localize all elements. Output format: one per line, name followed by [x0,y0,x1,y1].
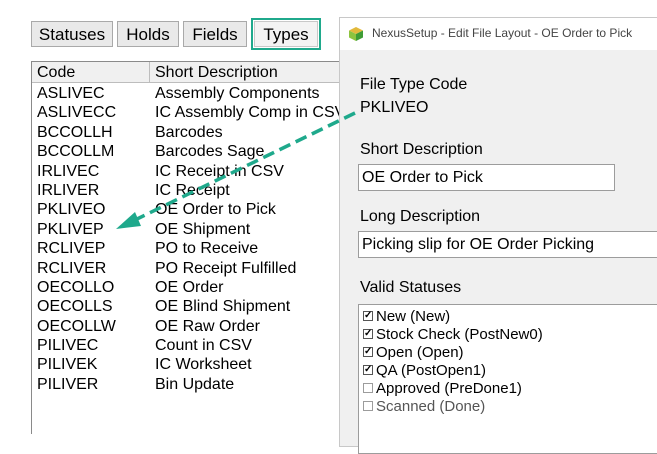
long-description-label: Long Description [360,208,481,225]
cell-description: OE Blind Shipment [155,298,291,316]
checkbox-checked-icon[interactable]: ✓ [363,329,373,340]
column-header-short-description[interactable]: Short Description [150,62,342,83]
cell-code: IRLIVEC [37,162,100,180]
tab-types[interactable]: Types [251,18,321,50]
cell-description: Barcodes [155,123,223,141]
checkbox-checked-icon[interactable]: ✓ [363,311,373,322]
cell-description: IC Worksheet [155,356,252,374]
table-row[interactable]: RCLIVER PO Receipt Fulfilled [32,259,342,278]
cell-code: ASLIVEC [37,85,105,102]
table-row[interactable]: OECOLLS OE Blind Shipment [32,297,342,316]
short-description-input[interactable]: OE Order to Pick [358,164,615,191]
table-row[interactable]: IRLIVER IC Receipt [32,181,342,200]
status-label: Scanned (Done) [376,398,486,415]
dialog-title: NexusSetup - Edit File Layout - OE Order… [372,26,633,40]
table-row-selected-target[interactable]: PKLIVEO OE Order to Pick [32,200,342,219]
cell-code: ASLIVECC [37,104,117,122]
cell-code: RCLIVER [37,259,107,277]
cell-description: IC Receipt in CSV [155,162,284,180]
cell-code: OECOLLW [37,317,116,335]
types-table: Code Short Description ASLIVEC Assembly C… [31,61,342,434]
tab-statuses[interactable]: Statuses [31,21,113,47]
status-label: New (New) [376,308,451,325]
status-item-open[interactable]: ✓ Open (Open) [363,344,464,362]
cell-code: OECOLLO [37,278,115,296]
table-row[interactable]: IRLIVEC IC Receipt in CSV [32,162,342,181]
long-description-input[interactable]: Picking slip for OE Order Picking [358,231,657,258]
table-row[interactable]: ASLIVECC IC Assembly Comp in CSV [32,103,342,122]
cell-description: IC Assembly Comp in CSV [155,104,342,122]
status-item-approved[interactable]: Approved (PreDone1) [363,380,522,398]
dialog-titlebar[interactable]: NexusSetup - Edit File Layout - OE Order… [340,18,657,50]
cell-description: Count in CSV [155,337,252,355]
file-type-code-value: PKLIVEO [360,99,429,116]
cell-description: PO Receipt Fulfilled [155,259,297,277]
cell-code: BCCOLLH [37,123,113,141]
cell-code: IRLIVER [37,181,100,199]
table-row[interactable]: ASLIVEC Assembly Components [32,84,342,103]
cell-code: PKLIVEO [37,201,106,219]
checkbox-checked-icon[interactable]: ✓ [363,347,373,358]
cell-description: Barcodes Sage [155,143,265,161]
cell-description: IC Receipt [155,181,230,199]
status-item-new[interactable]: ✓ New (New) [363,308,450,326]
cell-description: Assembly Components [155,85,320,102]
table-row[interactable]: PILIVER Bin Update [32,375,342,394]
cell-code: RCLIVEP [37,240,106,258]
file-type-code-label: File Type Code [360,76,468,93]
table-row[interactable]: BCCOLLH Barcodes [32,123,342,142]
checkbox-checked-icon[interactable]: ✓ [363,365,373,376]
checkbox-unchecked-icon[interactable] [363,401,373,412]
table-row[interactable]: PKLIVEP OE Shipment [32,220,342,239]
cell-code: OECOLLS [37,298,113,316]
table-row[interactable]: RCLIVEP PO to Receive [32,239,342,258]
status-label: Approved (PreDone1) [376,380,522,397]
cell-code: PILIVEC [37,337,99,355]
status-item-scanned[interactable]: Scanned (Done) [363,398,485,416]
table-row[interactable]: OECOLLO OE Order [32,278,342,297]
table-row[interactable]: PILIVEC Count in CSV [32,336,342,355]
cell-description: OE Order to Pick [155,201,276,219]
status-label: Open (Open) [376,344,464,361]
cell-description: OE Order [155,278,224,296]
table-rows: ASLIVEC Assembly Components ASLIVECC IC As… [32,84,342,394]
cell-description: OE Shipment [155,220,251,238]
cell-code: PILIVEK [37,356,98,374]
table-row[interactable]: OECOLLW OE Raw Order [32,317,342,336]
table-row[interactable]: PILIVEK IC Worksheet [32,355,342,374]
cell-code: BCCOLLM [37,143,115,161]
cell-description: Bin Update [155,375,235,393]
valid-statuses-label: Valid Statuses [360,279,462,296]
cell-code: PKLIVEP [37,220,104,238]
checkbox-unchecked-icon[interactable] [363,383,373,394]
column-header-code[interactable]: Code [32,62,150,83]
valid-statuses-list: ✓ New (New) ✓ Stock Check (PostNew0) ✓ Open… [358,304,657,454]
cell-description: PO to Receive [155,240,259,258]
table-header: Code Short Description [32,62,342,83]
status-item-qa[interactable]: ✓ QA (PostOpen1) [363,362,486,380]
status-label: Stock Check (PostNew0) [376,326,543,343]
tab-fields[interactable]: Fields [183,21,247,47]
cell-description: OE Raw Order [155,317,260,335]
status-label: QA (PostOpen1) [376,362,487,379]
nexus-cube-icon [349,27,363,41]
edit-file-layout-dialog: NexusSetup - Edit File Layout - OE Order… [339,17,657,454]
tab-holds[interactable]: Holds [117,21,179,47]
cell-code: PILIVER [37,375,99,393]
table-row[interactable]: BCCOLLM Barcodes Sage [32,142,342,161]
status-item-stock-check[interactable]: ✓ Stock Check (PostNew0) [363,326,543,344]
short-description-label: Short Description [360,141,483,158]
